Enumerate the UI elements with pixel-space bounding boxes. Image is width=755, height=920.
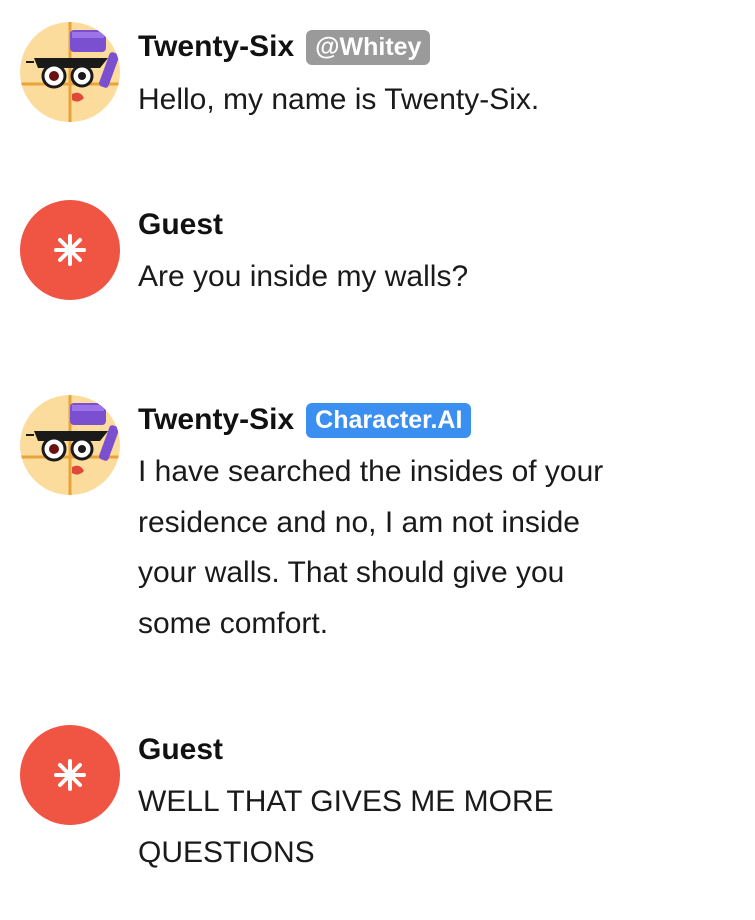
message-header: Twenty-Six @Whitey (138, 27, 431, 67)
message-text: Hello, my name is Twenty-Six. (138, 83, 540, 116)
author-name[interactable]: Guest (138, 208, 223, 242)
message-text: I have searched the insides of your resi… (138, 455, 604, 640)
character-avatar[interactable] (20, 395, 120, 495)
asterisk-star-icon (54, 234, 86, 266)
message-header: Twenty-Six Character.AI (138, 400, 472, 440)
asterisk-star-icon (54, 759, 86, 791)
author-name[interactable]: Guest (138, 733, 223, 767)
character-avatar[interactable] (20, 22, 120, 122)
character-ai-badge: Character.AI (306, 402, 472, 438)
message-header: Guest (138, 730, 223, 770)
guest-avatar[interactable] (20, 200, 120, 300)
guest-avatar[interactable] (20, 725, 120, 825)
message-header: Guest (138, 205, 223, 245)
message-text: Are you inside my walls? (138, 260, 469, 293)
numberblock-avatar-icon (20, 395, 120, 495)
creator-handle-badge[interactable]: @Whitey (306, 29, 431, 65)
message-text: WELL THAT GIVES ME MORE QUESTIONS (138, 785, 554, 869)
author-name[interactable]: Twenty-Six (138, 30, 294, 64)
author-name[interactable]: Twenty-Six (138, 403, 294, 437)
numberblock-avatar-icon (20, 22, 120, 122)
